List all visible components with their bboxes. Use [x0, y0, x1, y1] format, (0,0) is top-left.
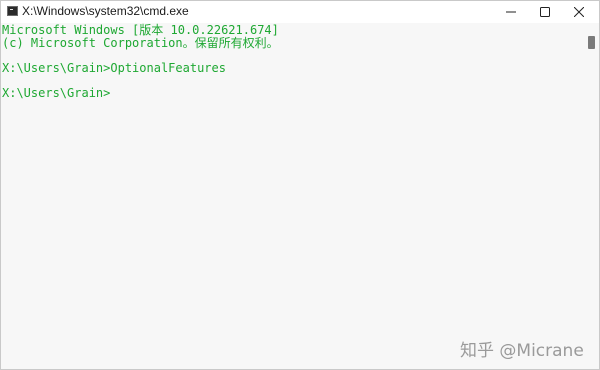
minimize-button[interactable] — [495, 1, 527, 23]
vertical-scrollbar[interactable] — [585, 23, 599, 369]
close-icon — [574, 7, 584, 17]
maximize-button[interactable] — [529, 1, 561, 23]
scrollbar-thumb[interactable] — [588, 36, 595, 49]
console-line-version: Microsoft Windows [版本 10.0.22621.674] — [2, 23, 279, 37]
title-bar[interactable]: X:\Windows\system32\cmd.exe — [1, 1, 599, 23]
watermark: 知乎 @Micrane — [460, 341, 584, 361]
minimize-icon — [506, 11, 516, 13]
window-title: X:\Windows\system32\cmd.exe — [22, 4, 189, 18]
close-button[interactable] — [563, 1, 595, 23]
cmd-icon[interactable] — [7, 6, 18, 16]
maximize-icon — [540, 7, 550, 17]
console-line-prompt[interactable]: X:\Users\Grain> — [2, 86, 110, 100]
console-line-command: X:\Users\Grain>OptionalFeatures — [2, 61, 226, 75]
console-line-copyright: (c) Microsoft Corporation。保留所有权利。 — [2, 36, 279, 50]
console-output[interactable]: Microsoft Windows [版本 10.0.22621.674] (c… — [1, 23, 585, 369]
cmd-window: X:\Windows\system32\cmd.exe Microsoft Wi… — [0, 0, 600, 370]
